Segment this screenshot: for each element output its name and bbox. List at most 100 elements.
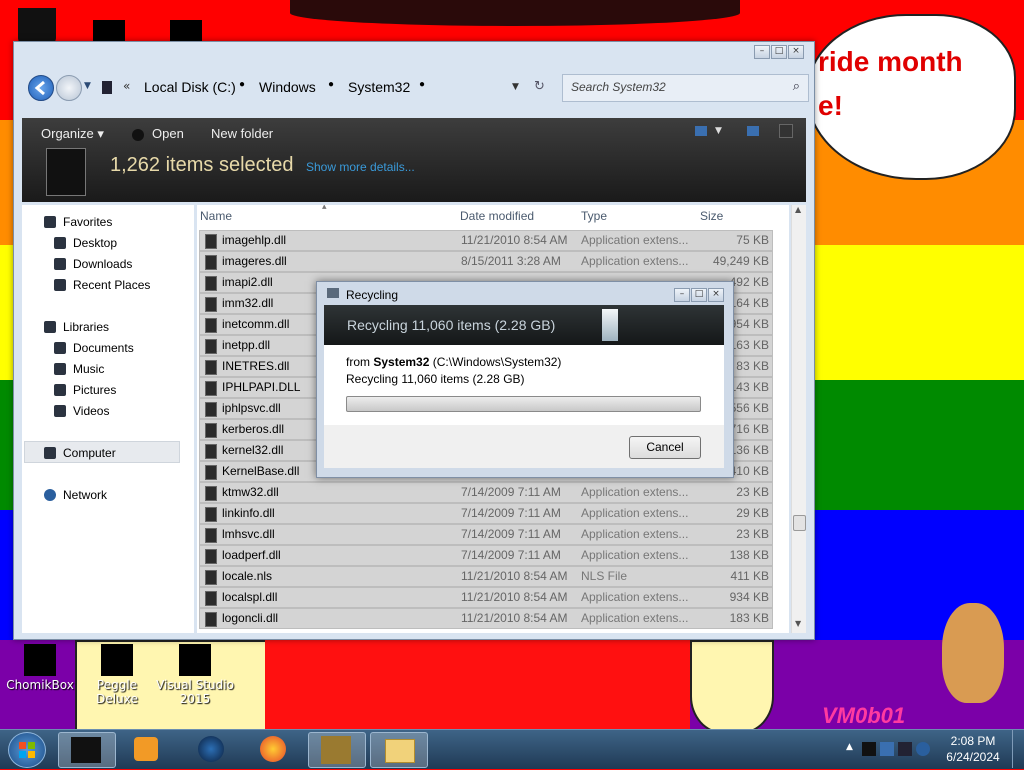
file-name[interactable]: iphlpsvc.dll (222, 399, 281, 418)
vertical-scrollbar[interactable]: ▲ ▼ (791, 205, 806, 633)
view-dropdown-icon[interactable]: ▼ (715, 126, 722, 136)
taskbar-firefox-button[interactable] (246, 732, 302, 766)
file-name[interactable]: imm32.dll (222, 294, 273, 313)
dialog-close-button[interactable]: × (708, 288, 724, 302)
file-icon (205, 339, 217, 354)
file-name[interactable]: imapi2.dll (222, 273, 273, 292)
file-row[interactable]: imagehlp.dll 11/21/2010 8:54 AM Applicatio… (199, 230, 773, 251)
breadcrumb-separator-icon[interactable]: ● (328, 79, 334, 90)
file-row[interactable]: locale.nls 11/21/2010 8:54 AM NLS File 411 … (199, 566, 773, 587)
maximize-button[interactable]: □ (771, 45, 787, 59)
file-name[interactable]: lmhsvc.dll (222, 525, 275, 544)
desktop-icon-visual-studio[interactable]: Visual Studio 2015 (155, 644, 235, 706)
clock-time[interactable]: 2:08 PM (938, 734, 1008, 748)
minimize-button[interactable]: – (754, 45, 770, 59)
show-more-details-link[interactable]: Show more details... (306, 160, 415, 174)
address-dropdown-icon[interactable]: ▼ (512, 82, 519, 92)
breadcrumb-system32[interactable]: System32 (348, 79, 410, 95)
recycle-bin-icon[interactable] (18, 8, 56, 44)
cancel-button[interactable]: Cancel (629, 436, 701, 459)
taskbar-folder-button[interactable] (370, 732, 428, 768)
help-icon[interactable] (779, 124, 793, 138)
file-name[interactable]: logoncli.dll (222, 609, 278, 628)
taskbar-explorer-button[interactable] (58, 732, 116, 768)
file-name[interactable]: loadperf.dll (222, 546, 281, 565)
breadcrumb-windows[interactable]: Windows (259, 79, 316, 95)
refresh-icon[interactable]: ↻ (534, 79, 545, 94)
recent-pages-icon[interactable]: ▼ (84, 81, 91, 91)
selection-thumbnail-icon (46, 148, 86, 196)
tray-network-icon[interactable] (898, 742, 912, 756)
from-folder-path: (C:\Windows\System32) (432, 355, 562, 369)
file-name[interactable]: inetpp.dll (222, 336, 270, 355)
file-row[interactable]: linkinfo.dll 7/14/2009 7:11 AM Application… (199, 503, 773, 524)
preview-pane-icon[interactable] (747, 126, 759, 136)
file-name[interactable]: kernel32.dll (222, 441, 283, 460)
from-folder-name[interactable]: System32 (373, 355, 429, 369)
breadcrumb-local-disk[interactable]: Local Disk (C:) (144, 79, 236, 95)
status-text: Recycling 11,060 items (2.28 GB) (346, 372, 525, 386)
file-row[interactable]: loadperf.dll 7/14/2009 7:11 AM Application… (199, 545, 773, 566)
file-row[interactable]: ktmw32.dll 7/14/2009 7:11 AM Application e… (199, 482, 773, 503)
file-name[interactable]: locale.nls (222, 567, 272, 586)
taskbar-globe-button[interactable] (184, 732, 240, 766)
desktop-icon-chomikbox[interactable]: ChomikBox (0, 644, 80, 692)
clock-date[interactable]: 6/24/2024 (938, 750, 1008, 764)
forward-button[interactable] (56, 75, 82, 101)
scroll-thumb[interactable] (793, 515, 806, 531)
file-row[interactable]: logoncli.dll 11/21/2010 8:54 AM Applicatio… (199, 608, 773, 629)
file-row[interactable]: localspl.dll 11/21/2010 8:54 AM Applicatio… (199, 587, 773, 608)
file-name[interactable]: imageres.dll (222, 252, 287, 271)
column-header-name[interactable]: Name (200, 205, 232, 227)
file-name[interactable]: IPHLPAPI.DLL (222, 378, 300, 397)
file-name[interactable]: inetcomm.dll (222, 315, 289, 334)
file-type: Application extens... (581, 485, 689, 499)
start-button[interactable] (8, 732, 46, 768)
file-name[interactable]: localspl.dll (222, 588, 277, 607)
back-button[interactable] (28, 75, 54, 101)
breadcrumb-separator-icon[interactable]: ● (419, 79, 425, 90)
open-button[interactable]: Open (132, 126, 184, 141)
view-options-icon[interactable] (695, 126, 707, 136)
breadcrumb-separator-icon[interactable]: ● (239, 79, 245, 90)
file-name[interactable]: linkinfo.dll (222, 504, 275, 523)
visual-studio-icon (179, 644, 211, 676)
new-folder-button[interactable]: New folder (211, 126, 273, 141)
show-desktop-button[interactable] (1012, 730, 1024, 768)
show-hidden-icons-icon[interactable]: ▲ (846, 742, 853, 752)
column-header-type[interactable]: Type (581, 205, 607, 227)
taskbar-chomikbox-button[interactable] (308, 732, 366, 768)
file-size: 716 KB (729, 422, 769, 436)
file-name[interactable]: ktmw32.dll (222, 483, 279, 502)
recycling-icon (327, 288, 339, 298)
file-icon (205, 465, 217, 480)
tray-action-center-icon[interactable] (880, 742, 894, 756)
file-row[interactable]: lmhsvc.dll 7/14/2009 7:11 AM Application e… (199, 524, 773, 545)
file-row[interactable]: imageres.dll 8/15/2011 3:28 AM Application… (199, 251, 773, 272)
file-icon (205, 255, 217, 270)
banner-text: Recycling 11,060 items (2.28 GB) (347, 317, 556, 333)
file-name[interactable]: kerberos.dll (222, 420, 284, 439)
search-icon: ⌕ (792, 78, 800, 93)
column-header-size[interactable]: Size (700, 205, 723, 227)
desktop-icon-peggle[interactable]: Peggle Deluxe (77, 644, 157, 706)
close-button[interactable]: × (788, 45, 804, 59)
breadcrumb-overflow-icon[interactable]: « (123, 79, 130, 93)
dialog-maximize-button[interactable]: □ (691, 288, 707, 302)
scroll-up-icon[interactable]: ▲ (795, 205, 801, 214)
file-name[interactable]: INETRES.dll (222, 357, 289, 376)
file-name[interactable]: imagehlp.dll (222, 231, 286, 250)
search-input[interactable]: Search System32 ⌕ (562, 74, 809, 102)
tray-app-icon[interactable] (862, 742, 876, 756)
scroll-down-icon[interactable]: ▼ (795, 619, 801, 628)
taskbar-media-player-button[interactable] (120, 732, 176, 766)
folder-location-icon (102, 81, 112, 94)
file-name[interactable]: KernelBase.dll (222, 462, 299, 481)
dialog-minimize-button[interactable]: – (674, 288, 690, 302)
column-header-date[interactable]: Date modified (460, 205, 534, 227)
file-icon (205, 507, 217, 522)
organize-button[interactable]: Organize ▾ (41, 126, 104, 142)
file-type: Application extens... (581, 254, 689, 268)
file-size: 23 KB (736, 485, 769, 499)
tray-volume-icon[interactable] (916, 742, 930, 756)
